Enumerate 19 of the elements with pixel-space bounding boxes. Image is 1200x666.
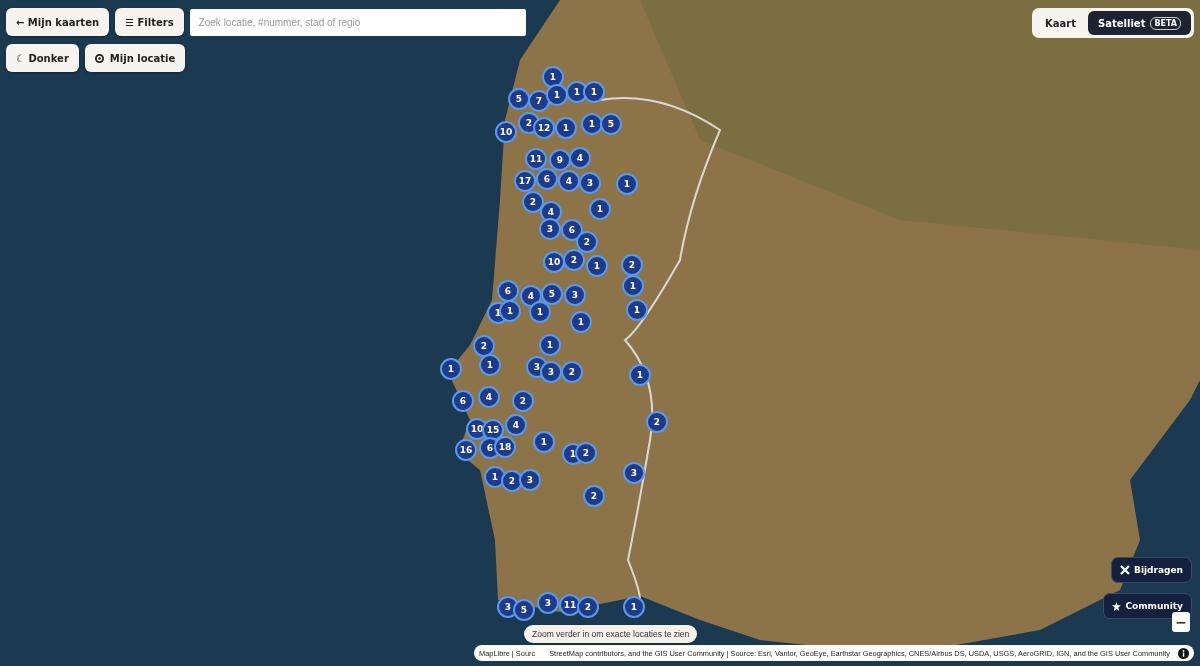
- beta-badge: BETA: [1150, 16, 1181, 30]
- cluster-marker[interactable]: 2: [522, 191, 544, 213]
- cluster-marker[interactable]: 18: [494, 436, 516, 458]
- info-icon[interactable]: [1178, 647, 1189, 659]
- zoom-out-button[interactable]: −: [1172, 612, 1190, 632]
- zoom-hint-tooltip: Zoom verder in om exacte locaties te zien: [524, 625, 698, 643]
- contribute-button[interactable]: Bijdragen: [1111, 557, 1192, 583]
- my-location-button[interactable]: Mijn locatie: [84, 44, 186, 72]
- map-style-tab[interactable]: Kaart: [1035, 11, 1087, 35]
- filters-button[interactable]: ☰ Filters: [115, 8, 184, 36]
- dark-mode-button[interactable]: ☾ Donker: [6, 44, 79, 72]
- search-field[interactable]: Zoek locatie, #nummer, stad of regio: [189, 8, 526, 36]
- target-icon: [94, 53, 104, 63]
- community-button[interactable]: Community: [1103, 593, 1192, 619]
- cluster-marker[interactable]: 1: [499, 300, 521, 322]
- back-button[interactable]: ← Mijn kaarten: [6, 8, 110, 36]
- star-icon: [1112, 601, 1122, 611]
- satellite-map-drawing[interactable]: [0, 0, 1200, 666]
- map-style-tab[interactable]: Satelliet BETA: [1088, 11, 1191, 35]
